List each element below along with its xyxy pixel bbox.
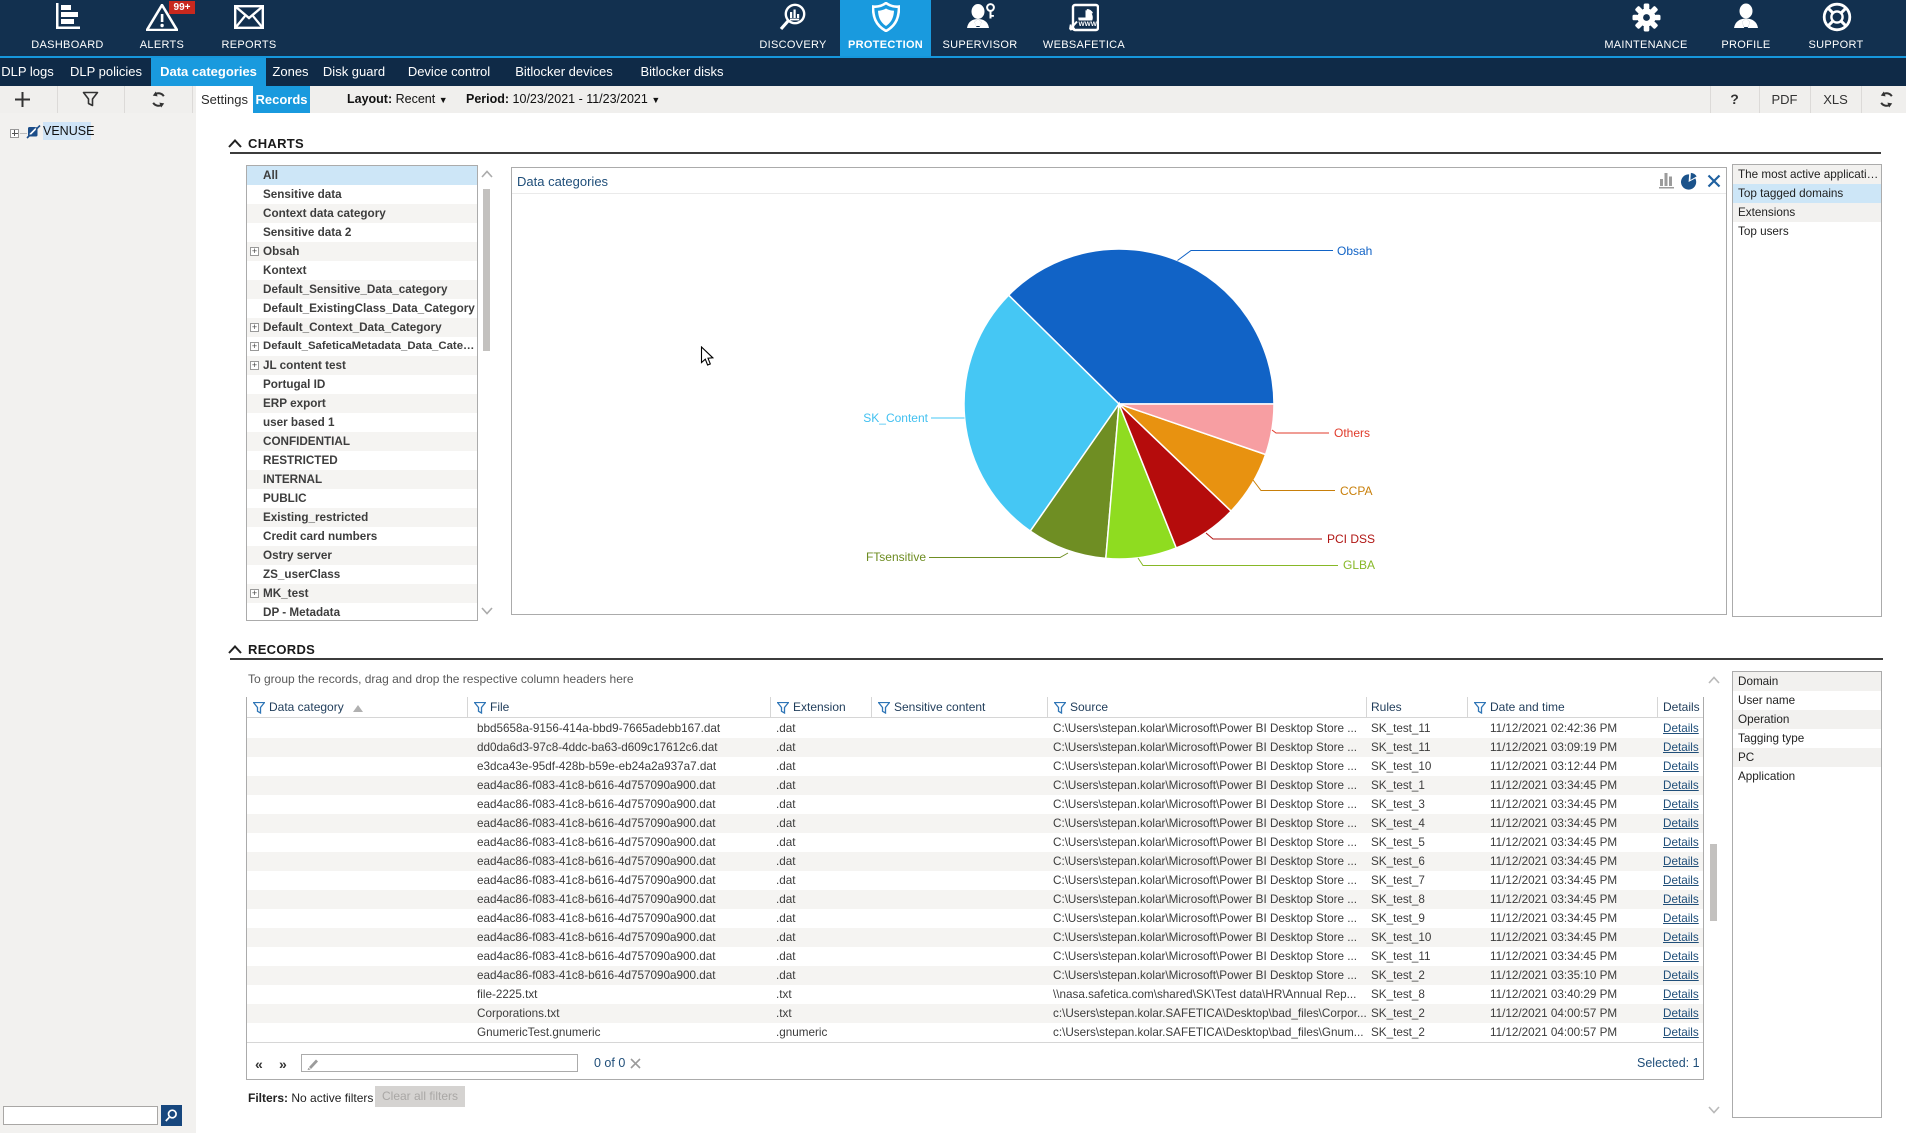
svg-text:GLBA: GLBA (1343, 558, 1375, 572)
svg-text:Obsah: Obsah (1337, 244, 1372, 258)
svg-text:CCPA: CCPA (1340, 484, 1372, 498)
svg-text:PCI DSS: PCI DSS (1327, 532, 1375, 546)
svg-text:WWW: WWW (1079, 21, 1098, 28)
svg-text:SK_Content: SK_Content (863, 411, 928, 425)
svg-text:Others: Others (1334, 426, 1370, 440)
svg-text:FTsensitive: FTsensitive (866, 550, 926, 564)
